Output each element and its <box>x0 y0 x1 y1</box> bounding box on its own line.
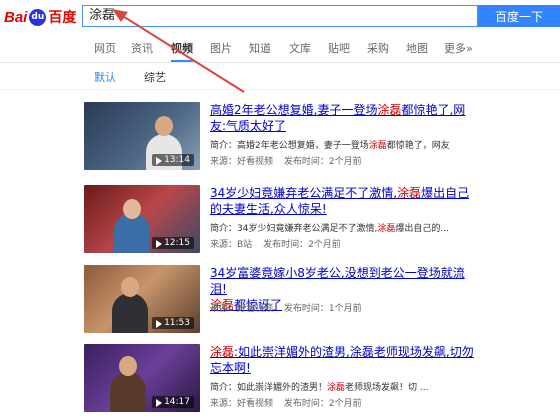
result-title[interactable]: 涂磊:如此崇洋媚外的渣男,涂磊老师现场发飙,切勿忘本啊! <box>210 344 480 376</box>
result-time: 发布时间：2个月前 <box>283 157 362 167</box>
tab-map[interactable]: 地图 <box>406 40 428 56</box>
filter-variety[interactable]: 综艺 <box>144 69 166 85</box>
video-result[interactable]: 13:14 高婚2年老公想复婚,妻子一登场涂磊都惊艳了,网友:气质太好了 简介：… <box>84 102 484 174</box>
result-meta: 来源：好看视频 发布时间：2个月前 <box>210 154 370 167</box>
baidu-logo[interactable]: Bai du 百度 <box>4 6 76 28</box>
video-thumbnail[interactable]: 11:53 <box>84 265 200 333</box>
search-button[interactable]: 百度一下 <box>478 5 560 27</box>
tab-tieba[interactable]: 贴吧 <box>328 40 350 56</box>
result-time: 发布时间：1个月前 <box>283 304 362 314</box>
video-result[interactable]: 12:15 34岁少妇竟嫌弃老公满足不了激情,涂磊爆出自己的夫妻生活,众人惊呆!… <box>84 185 484 257</box>
result-time: 发布时间：2个月前 <box>263 240 341 250</box>
result-snippet: 简介：高婚2年老公想复婚，妻子一登场涂磊都惊艳了，网友 <box>210 141 450 151</box>
vertical-tabs: 网页 资讯 视频 图片 知道 文库 贴吧 采购 地图 更多» <box>0 34 560 63</box>
video-result[interactable]: 14:17 涂磊:如此崇洋媚外的渣男,涂磊老师现场发飙,切勿忘本啊! 简介：如此… <box>84 344 484 416</box>
tab-video[interactable]: 视频 <box>171 40 193 62</box>
search-input[interactable]: 涂磊 <box>82 5 478 27</box>
result-snippet: 简介：34岁少妇竟嫌弃老公满足不了激情,涂磊爆出自己的... <box>210 224 449 234</box>
tab-caigou[interactable]: 采购 <box>367 40 389 56</box>
result-source: 来源：好看视频 <box>210 157 274 167</box>
video-duration: 13:14 <box>152 154 194 166</box>
tab-news[interactable]: 资讯 <box>131 40 153 56</box>
video-duration: 12:15 <box>152 237 194 249</box>
tab-web[interactable]: 网页 <box>94 40 116 56</box>
result-title[interactable]: 高婚2年老公想复婚,妻子一登场涂磊都惊艳了,网友:气质太好了 <box>210 102 480 134</box>
tab-wenku[interactable]: 文库 <box>289 40 311 56</box>
result-title[interactable]: 34岁少妇竟嫌弃老公满足不了激情,涂磊爆出自己的夫妻生活,众人惊呆! <box>210 185 480 217</box>
result-source: 来源：好看视频 <box>210 399 274 409</box>
video-thumbnail[interactable]: 14:17 <box>84 344 200 412</box>
result-snippet: 简介：如此崇洋媚外的渣男！涂磊老师现场发飙！切 ... <box>210 383 429 393</box>
filter-bar: 默认 综艺 <box>0 63 560 90</box>
tab-images[interactable]: 图片 <box>210 40 232 56</box>
result-source: 来源：好看视频 <box>210 304 274 314</box>
result-meta: 来源：好看视频 发布时间：2个月前 <box>210 396 370 409</box>
result-meta: 来源：B站 发布时间：2个月前 <box>210 237 349 250</box>
video-thumbnail[interactable]: 12:15 <box>84 185 200 253</box>
logo-cn: 百度 <box>48 10 77 26</box>
result-meta: 来源：好看视频 发布时间：1个月前 <box>210 301 370 314</box>
result-time: 发布时间：2个月前 <box>283 399 362 409</box>
top-bar: Bai du 百度 涂磊 百度一下 <box>0 0 560 34</box>
result-source: 来源：B站 <box>210 240 253 250</box>
video-thumbnail[interactable]: 13:14 <box>84 102 200 170</box>
tab-more[interactable]: 更多» <box>444 40 473 56</box>
logo-latin: Bai <box>4 8 28 26</box>
video-duration: 14:17 <box>152 396 194 408</box>
tab-zhidao[interactable]: 知道 <box>249 40 271 56</box>
filter-default[interactable]: 默认 <box>94 69 116 85</box>
video-duration: 11:53 <box>152 317 194 329</box>
paw-icon: du <box>29 8 47 26</box>
video-result[interactable]: 11:53 34岁富婆竟嫁小8岁老公,没想到老公一登场就流泪! 涂磊都惊讶了 来源… <box>84 265 484 337</box>
